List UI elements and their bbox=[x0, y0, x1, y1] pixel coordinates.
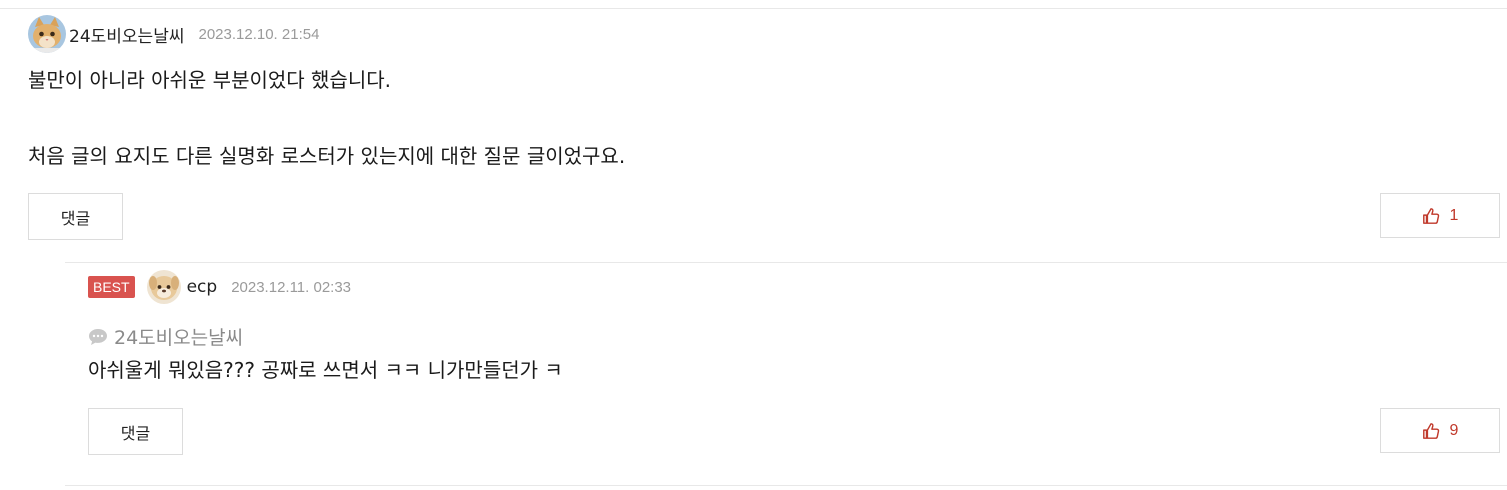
like-button[interactable]: 9 bbox=[1380, 408, 1500, 453]
reply-button-label: 댓글 bbox=[120, 423, 151, 443]
quoted-author-name[interactable]: 24도비오는날씨 bbox=[114, 323, 243, 350]
reply-button[interactable]: 댓글 bbox=[88, 408, 183, 455]
puppy-avatar-icon[interactable] bbox=[146, 270, 181, 304]
reply-button-label: 댓글 bbox=[60, 208, 91, 228]
comment-author[interactable]: ecp bbox=[187, 277, 218, 297]
speech-bubble-icon bbox=[88, 328, 108, 346]
bottom-divider bbox=[65, 485, 1507, 486]
comment-text: 불만이 아니라 아쉬운 부분이었다 했습니다. 처음 글의 요지도 다른 실명화… bbox=[28, 68, 626, 168]
reply-divider bbox=[65, 262, 1507, 263]
like-count: 9 bbox=[1449, 421, 1459, 439]
quoted-author: 24도비오는날씨 bbox=[88, 323, 243, 350]
like-count: 1 bbox=[1449, 206, 1459, 224]
like-button[interactable]: 1 bbox=[1380, 193, 1500, 238]
comment-date: 2023.12.11. 02:33 bbox=[231, 278, 352, 296]
top-divider bbox=[0, 8, 1507, 9]
cat-avatar-icon[interactable] bbox=[28, 15, 66, 53]
comment-author[interactable]: 24도비오는날씨 bbox=[69, 22, 184, 47]
best-badge: BEST bbox=[88, 276, 135, 298]
comment-meta: BEST ecp 2023.12.11. 02:33 bbox=[88, 270, 351, 304]
comment-date: 2023.12.10. 21:54 bbox=[198, 25, 320, 43]
comment-meta: 24도비오는날씨 2023.12.10. 21:54 bbox=[28, 15, 319, 53]
comment-text: 아쉬울게 뭐있음??? 공짜로 쓰면서 ㅋㅋ 니가만들던가 ㅋ bbox=[88, 358, 563, 382]
reply-button[interactable]: 댓글 bbox=[28, 193, 123, 240]
thumbs-up-icon bbox=[1422, 207, 1440, 225]
thumbs-up-icon bbox=[1422, 422, 1440, 440]
